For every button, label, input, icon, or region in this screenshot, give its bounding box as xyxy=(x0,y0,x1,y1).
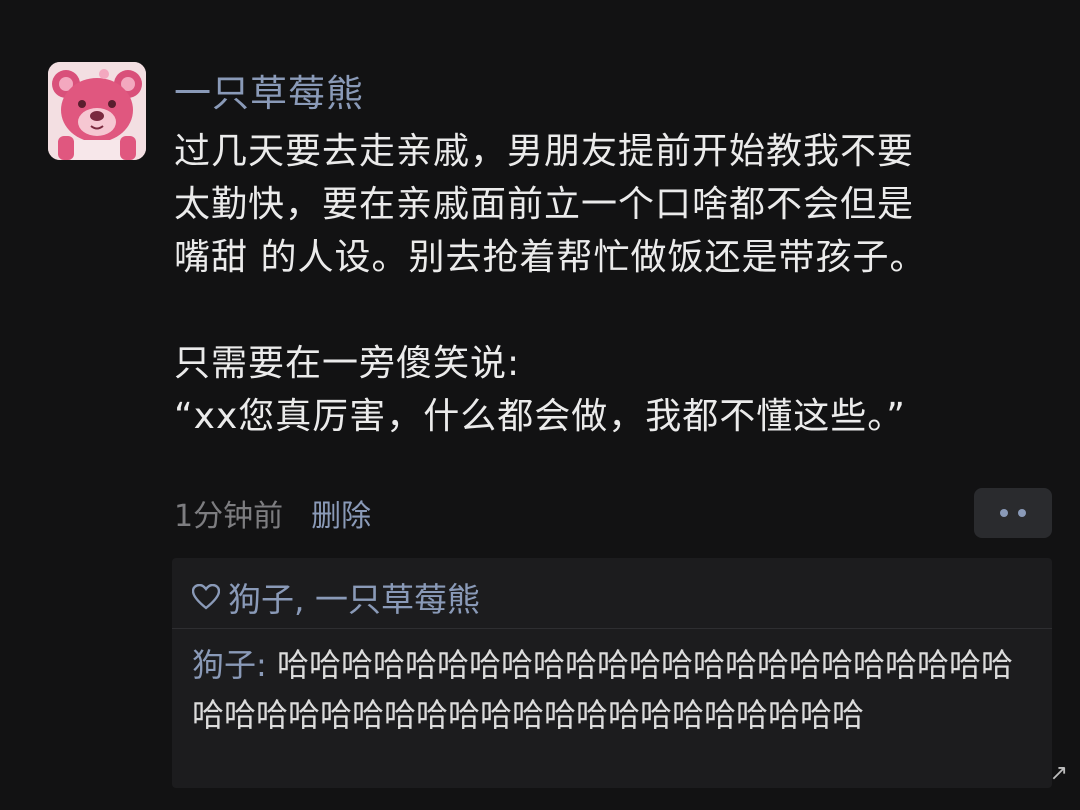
post-author-nickname[interactable]: 一只草莓熊 xyxy=(174,70,364,118)
divider xyxy=(172,628,1052,629)
heart-icon xyxy=(192,584,220,610)
comment-item[interactable]: 狗子: 哈哈哈哈哈哈哈哈哈哈哈哈哈哈哈哈哈哈哈哈哈哈哈哈哈哈哈哈哈哈哈哈哈哈哈哈… xyxy=(192,640,1037,740)
post-body-line: 只需要在一旁傻笑说: xyxy=(174,343,521,384)
strawberry-bear-avatar-icon xyxy=(48,62,146,160)
more-actions-button[interactable] xyxy=(974,488,1052,538)
more-dots-icon xyxy=(1000,509,1008,517)
post-meta: 1分钟前 删除 xyxy=(174,488,371,538)
post-body-line: “xx您真厉害，什么都会做，我都不懂这些。” xyxy=(174,396,906,437)
moment-post: 一只草莓熊 过几天要去走亲戚，男朋友提前开始教我不要 太勤快，要在亲戚面前立一个… xyxy=(48,60,1052,800)
post-body-line: 太勤快，要在亲戚面前立一个口啥都不会但是 xyxy=(174,184,915,225)
post-timestamp: 1分钟前 xyxy=(174,499,284,534)
post-body-line: 过几天要去走亲戚，男朋友提前开始教我不要 xyxy=(174,131,915,172)
post-body: 过几天要去走亲戚，男朋友提前开始教我不要 太勤快，要在亲戚面前立一个口啥都不会但… xyxy=(174,125,1054,443)
post-body-line: 嘴甜 的人设。别去抢着帮忙做饭还是带孩子。 xyxy=(174,237,927,278)
comment-separator: : xyxy=(256,646,277,684)
avatar[interactable] xyxy=(48,62,146,160)
corner-arrow-icon: ↗ xyxy=(1049,761,1068,786)
more-dots-icon xyxy=(1018,509,1026,517)
comment-text: 哈哈哈哈哈哈哈哈哈哈哈哈哈哈哈哈哈哈哈哈哈哈哈哈哈哈哈哈哈哈哈哈哈哈哈哈哈哈哈哈… xyxy=(192,646,1013,734)
likes-row: 狗子, 一只草莓熊 xyxy=(192,572,480,622)
likers-list[interactable]: 狗子, 一只草莓熊 xyxy=(228,573,480,621)
delete-link[interactable]: 删除 xyxy=(311,491,371,535)
comment-author[interactable]: 狗子 xyxy=(192,646,256,684)
likes-comments-panel: 狗子, 一只草莓熊 狗子: 哈哈哈哈哈哈哈哈哈哈哈哈哈哈哈哈哈哈哈哈哈哈哈哈哈哈… xyxy=(172,558,1052,788)
